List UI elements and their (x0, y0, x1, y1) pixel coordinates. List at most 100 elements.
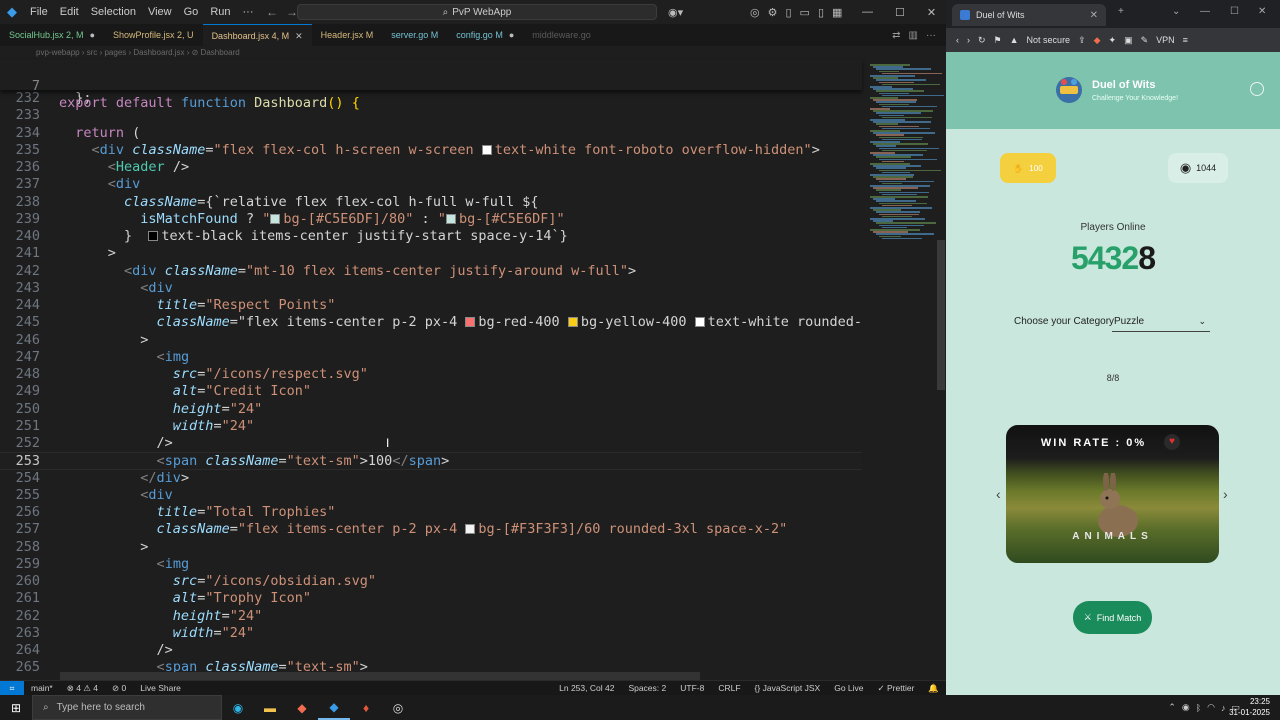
prettier[interactable]: ✓ Prettier (871, 683, 922, 694)
notifications-icon[interactable]: 🔔 (921, 683, 946, 694)
menu-icon[interactable]: ≡ (1179, 35, 1192, 45)
hamburger-menu-icon[interactable] (1250, 82, 1264, 96)
network-icon[interactable]: ◉ (1182, 702, 1190, 713)
code-line[interactable]: 262 height="24" (0, 608, 862, 625)
close-icon[interactable]: ✕ (295, 31, 303, 41)
git-icon[interactable]: ♦ (350, 695, 382, 720)
back-arrow-icon[interactable]: ‹ (946, 35, 963, 45)
find-match-button[interactable]: ⚔ Find Match (1073, 601, 1152, 634)
code-line[interactable]: 248 src="/icons/respect.svg" (0, 366, 862, 383)
problems-count[interactable]: ⊗ 4 ⚠ 4 (60, 683, 105, 694)
menu-more[interactable]: ··· (237, 0, 260, 24)
vertical-scrollbar[interactable] (937, 240, 945, 390)
code-line[interactable]: 251 width="24" (0, 418, 862, 435)
forward-arrow-icon[interactable]: › (963, 35, 974, 45)
line-ending[interactable]: CRLF (711, 683, 747, 693)
layout-icon[interactable]: ▦ (832, 6, 842, 19)
code-line[interactable]: 244 title="Respect Points" (0, 297, 862, 314)
code-line[interactable]: 243 <div (0, 280, 862, 297)
code-line[interactable]: 250 height="24" (0, 401, 862, 418)
menu-go[interactable]: Go (178, 0, 205, 24)
tab-header[interactable]: Header.jsx M (312, 24, 383, 46)
code-line[interactable]: 249 alt="Credit Icon" (0, 383, 862, 400)
new-tab-icon[interactable]: + (1118, 6, 1124, 17)
code-line[interactable]: 236 <Header /> (0, 159, 862, 176)
wifi-icon[interactable]: ◠ (1207, 702, 1215, 713)
brave-icon[interactable]: ◆ (286, 695, 318, 720)
bookmark-icon[interactable]: ⚑ (990, 35, 1006, 46)
code-line[interactable]: 252 /> (0, 435, 862, 452)
code-line[interactable]: 260 src="/icons/obsidian.svg" (0, 573, 862, 590)
live-share[interactable]: Live Share (133, 683, 188, 693)
maximize-icon[interactable]: ☐ (895, 6, 905, 19)
more-actions-icon[interactable]: ··· (926, 30, 936, 41)
heart-icon[interactable]: ♥ (1164, 434, 1180, 450)
code-line[interactable]: 258 > (0, 539, 862, 556)
minimize-icon[interactable]: — (1200, 6, 1210, 17)
obs-icon[interactable]: ◎ (382, 695, 414, 720)
category-select[interactable]: Puzzle ⌄ (1112, 316, 1210, 332)
code-line[interactable]: 234 return ( (0, 125, 862, 142)
code-line[interactable]: 256 title="Total Trophies" (0, 504, 862, 521)
code-line[interactable]: 246 > (0, 332, 862, 349)
category-card[interactable]: WIN RATE : 0% ♥ ANIMALS (1006, 425, 1219, 563)
tab-dashboard[interactable]: Dashboard.jsx 4, M ✕ (202, 23, 312, 47)
extension-icon[interactable]: ✦ (1105, 35, 1121, 46)
code-line[interactable]: 259 <img (0, 556, 862, 573)
menu-edit[interactable]: Edit (54, 0, 85, 24)
code-line[interactable]: 245 className="flex items-center p-2 px-… (0, 314, 862, 331)
indentation[interactable]: Spaces: 2 (621, 683, 673, 693)
code-line[interactable]: 241 > (0, 245, 862, 262)
encoding[interactable]: UTF-8 (673, 683, 711, 693)
url-security-label[interactable]: Not secure (1023, 35, 1075, 45)
code-line[interactable]: 254 </div> (0, 470, 862, 487)
code-line[interactable]: 240 } text-black items-center justify-st… (0, 228, 862, 245)
browser-tab[interactable]: Duel of Wits ✕ (952, 4, 1106, 26)
menu-view[interactable]: View (142, 0, 178, 24)
minimize-icon[interactable]: — (862, 6, 873, 18)
code-line[interactable]: 255 <div (0, 487, 862, 504)
remote-icon[interactable]: ⌗ (0, 680, 24, 696)
code-line[interactable]: 264 /> (0, 642, 862, 659)
cursor-position[interactable]: Ln 253, Col 42 (552, 683, 621, 693)
tab-showprofile[interactable]: ShowProfile.jsx 2, U (104, 24, 203, 46)
tab-server[interactable]: server.go M (382, 24, 447, 46)
git-branch[interactable]: main* (24, 683, 60, 693)
code-line[interactable]: 235 <div className="flex flex-col h-scre… (0, 142, 862, 159)
command-center[interactable]: ⌕ PvP WebApp (297, 4, 657, 20)
account-icon[interactable]: ◎ (750, 6, 760, 19)
menu-selection[interactable]: Selection (85, 0, 142, 24)
tray-icon[interactable]: ⌃ (1168, 702, 1176, 713)
respect-points-badge[interactable]: ✋ 100 (1000, 153, 1056, 183)
toggle-sidebar-icon[interactable]: ▯ (785, 6, 791, 19)
code-line[interactable]: 237 <div (0, 176, 862, 193)
carousel-prev-icon[interactable]: ‹ (996, 486, 1001, 502)
clock[interactable]: 23:25 31-01-2025 (1229, 696, 1270, 718)
copilot-icon[interactable]: ◉▾ (668, 0, 683, 24)
close-icon[interactable]: ✕ (927, 6, 936, 19)
maximize-icon[interactable]: ☐ (1230, 6, 1239, 17)
chevron-down-icon[interactable]: ⌄ (1172, 6, 1180, 17)
tab-config[interactable]: config.go M ● (447, 24, 523, 46)
split-editor-icon[interactable]: ▥ (909, 30, 918, 41)
menu-file[interactable]: File (24, 0, 54, 24)
code-line[interactable]: 242 <div className="mt-10 flex items-cen… (0, 263, 862, 280)
tab-socialhub[interactable]: SocialHub.jsx 2, M ● (0, 24, 104, 46)
menu-run[interactable]: Run (204, 0, 236, 24)
ports-count[interactable]: ⊘ 0 (105, 683, 133, 694)
vscode-taskbar-icon[interactable]: ◆ (318, 695, 350, 720)
code-line[interactable]: 261 alt="Trophy Icon" (0, 590, 862, 607)
windows-start-icon[interactable]: ⊞ (0, 695, 32, 720)
code-line[interactable]: 239 isMatchFound ? " bg-[#C5E6DF]/80" : "… (0, 211, 862, 228)
code-line[interactable]: 253 <span className="text-sm">100</span> (0, 452, 862, 470)
breadcrumb[interactable]: pvp-webapp › src › pages › Dashboard.jsx… (0, 46, 870, 60)
sticky-line[interactable]: 229 const handleCategoryDropDownChange =… (0, 73, 862, 87)
tab-middleware[interactable]: middleware.go (523, 24, 600, 46)
file-explorer-icon[interactable]: ▬ (254, 695, 286, 720)
close-icon[interactable]: ✕ (1090, 10, 1098, 21)
close-icon[interactable]: ✕ (1258, 6, 1266, 17)
go-live[interactable]: Go Live (827, 683, 870, 693)
code-editor[interactable]: 232 }; 233 234 return (235 <div className=… (0, 90, 862, 680)
compare-icon[interactable]: ⇄ (892, 30, 900, 41)
code-line[interactable]: 263 width="24" (0, 625, 862, 642)
